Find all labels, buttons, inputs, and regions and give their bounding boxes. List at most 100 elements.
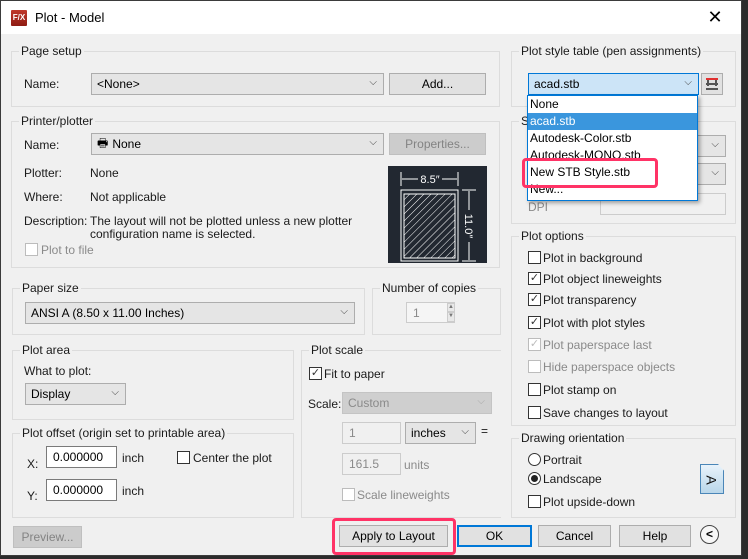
drawing-orientation-legend: Drawing orientation bbox=[519, 431, 627, 445]
offset-x-value: 0.000000 bbox=[53, 450, 104, 464]
offset-y-label: Y: bbox=[27, 489, 38, 503]
app-icon: F/X bbox=[11, 9, 27, 26]
what-to-plot-value: Display bbox=[31, 387, 71, 401]
plot-option-label: Plot transparency bbox=[543, 293, 637, 307]
plot-option-label: Plot with plot styles bbox=[543, 316, 646, 330]
scale-lineweights-checkbox[interactable] bbox=[342, 488, 355, 501]
chevron-down-icon: ⌵ bbox=[340, 306, 348, 317]
help-button[interactable]: Help bbox=[619, 525, 691, 547]
page-setup-name-select[interactable]: <None> ⌵ bbox=[91, 73, 384, 95]
description-line-2: configuration name is selected. bbox=[90, 227, 256, 241]
scale-unit-select[interactable]: inches ⌵ bbox=[405, 422, 476, 444]
close-icon[interactable]: ✕ bbox=[705, 7, 725, 27]
ok-button[interactable]: OK bbox=[457, 525, 532, 547]
highlight-new-stb-style bbox=[522, 158, 658, 188]
fit-to-paper-checkbox[interactable]: ✓ bbox=[309, 367, 322, 380]
plot-option-checkbox[interactable] bbox=[528, 360, 541, 373]
copies-value: 1 bbox=[413, 306, 420, 320]
plot-option-label: Plot paperspace last bbox=[543, 338, 652, 352]
cancel-button[interactable]: Cancel bbox=[538, 525, 611, 547]
offset-x-input[interactable]: 0.000000 bbox=[46, 446, 117, 468]
dropdown-option-selected[interactable]: acad.stb bbox=[528, 113, 697, 130]
printer-name-select[interactable]: 🖶 None ⌵ bbox=[91, 133, 384, 155]
paper-size-value: ANSI A (8.50 x 11.00 Inches) bbox=[31, 306, 185, 320]
copies-spinner-up[interactable]: ▲ bbox=[447, 303, 455, 312]
orientation-glyph: A bbox=[703, 475, 720, 485]
paper-preview-drawing: 8.5″ 11.0″ bbox=[400, 172, 476, 262]
paper-preview: 8.5″ 11.0″ bbox=[388, 166, 487, 263]
plot-style-table-value: acad.stb bbox=[534, 77, 580, 91]
offset-x-unit: inch bbox=[122, 451, 145, 465]
page-setup-legend: Page setup bbox=[19, 44, 84, 58]
add-page-setup-button[interactable]: Add... bbox=[389, 73, 486, 95]
plot-style-table-legend: Plot style table (pen assignments) bbox=[519, 44, 704, 58]
collapse-options-icon[interactable]: < bbox=[700, 525, 719, 544]
plot-upside-down-label: Plot upside-down bbox=[543, 495, 636, 509]
scale-value-2-input[interactable]: 161.5 bbox=[342, 453, 401, 475]
scale-select[interactable]: Custom ⌵ bbox=[342, 392, 492, 414]
edit-plot-style-button[interactable] bbox=[701, 73, 723, 95]
chevron-down-icon: ⌵ bbox=[684, 77, 692, 88]
offset-y-unit: inch bbox=[122, 484, 145, 498]
scale-units-label: units bbox=[404, 458, 430, 472]
offset-x-label: X: bbox=[27, 457, 39, 471]
where-label: Where: bbox=[24, 190, 63, 204]
plot-option-checkbox[interactable]: ✓ bbox=[528, 272, 541, 285]
center-plot-checkbox[interactable] bbox=[177, 451, 190, 464]
center-plot-label: Center the plot bbox=[193, 451, 272, 465]
plot-option-checkbox[interactable] bbox=[528, 383, 541, 396]
properties-button[interactable]: Properties... bbox=[389, 133, 486, 155]
plot-option-label: Plot in background bbox=[543, 251, 643, 265]
plot-option-checkbox[interactable]: ✓ bbox=[528, 316, 541, 329]
paper-size-legend: Paper size bbox=[20, 281, 81, 295]
description-label: Description: bbox=[24, 214, 88, 228]
title-bar: F/X Plot - Model ✕ bbox=[1, 1, 741, 34]
scale-equals-label: = bbox=[481, 424, 489, 438]
page-setup-name-label: Name: bbox=[24, 77, 60, 91]
plot-option-checkbox[interactable]: ✓ bbox=[528, 293, 541, 306]
dropdown-option[interactable]: Autodesk-Color.stb bbox=[528, 130, 697, 147]
chevron-down-icon: ⌵ bbox=[369, 137, 377, 148]
plot-option-checkbox[interactable] bbox=[528, 251, 541, 264]
chevron-down-icon: ⌵ bbox=[369, 77, 377, 88]
paper-height-label: 11.0″ bbox=[462, 214, 474, 239]
plot-scale-legend: Plot scale bbox=[309, 343, 366, 357]
description-line-1: The layout will not be plotted unless a … bbox=[90, 214, 353, 228]
plot-option-checkbox[interactable]: ✓ bbox=[528, 338, 541, 351]
where-value: Not applicable bbox=[90, 190, 167, 204]
scale-value: Custom bbox=[348, 396, 390, 410]
plot-to-file-checkbox[interactable] bbox=[25, 243, 38, 256]
plot-style-edit-icon bbox=[706, 78, 718, 90]
plot-area-legend: Plot area bbox=[20, 343, 73, 357]
plot-upside-down-checkbox[interactable] bbox=[528, 495, 541, 508]
plot-options-legend: Plot options bbox=[519, 229, 586, 243]
preview-button[interactable]: Preview... bbox=[13, 526, 82, 548]
plot-to-file-label: Plot to file bbox=[41, 243, 94, 257]
scale-unit-value: inches bbox=[411, 426, 446, 440]
what-to-plot-select[interactable]: Display ⌵ bbox=[25, 383, 126, 405]
copies-legend: Number of copies bbox=[380, 281, 479, 295]
scale-lineweights-label: Scale lineweights bbox=[357, 488, 450, 502]
scale-value-2: 161.5 bbox=[349, 457, 380, 471]
chevron-down-icon: ⌵ bbox=[461, 426, 469, 437]
apply-to-layout-button[interactable]: Apply to Layout bbox=[339, 525, 448, 547]
plot-dialog: F/X Plot - Model ✕ Page setup Name: <Non… bbox=[0, 0, 742, 556]
dropdown-option[interactable]: None bbox=[528, 96, 697, 113]
portrait-label: Portrait bbox=[543, 453, 582, 467]
plot-style-table-select[interactable]: acad.stb ⌵ bbox=[528, 73, 699, 95]
scale-label: Scale: bbox=[308, 397, 342, 411]
offset-y-input[interactable]: 0.000000 bbox=[46, 479, 117, 501]
landscape-radio[interactable] bbox=[528, 472, 541, 485]
printer-plotter-legend: Printer/plotter bbox=[19, 114, 96, 128]
dpi-label: DPI bbox=[528, 200, 549, 214]
paper-width-label: 8.5″ bbox=[420, 174, 439, 186]
plot-option-checkbox[interactable] bbox=[528, 406, 541, 419]
plot-option-label: Hide paperspace objects bbox=[543, 360, 676, 374]
copies-spinner-down[interactable]: ▼ bbox=[447, 312, 455, 322]
scale-value-1-input[interactable]: 1 bbox=[342, 422, 401, 444]
fit-to-paper-label: Fit to paper bbox=[324, 367, 385, 381]
landscape-label: Landscape bbox=[543, 472, 602, 486]
paper-size-select[interactable]: ANSI A (8.50 x 11.00 Inches) ⌵ bbox=[25, 302, 355, 324]
chevron-down-icon: ⌵ bbox=[711, 139, 719, 150]
portrait-radio[interactable] bbox=[528, 453, 541, 466]
